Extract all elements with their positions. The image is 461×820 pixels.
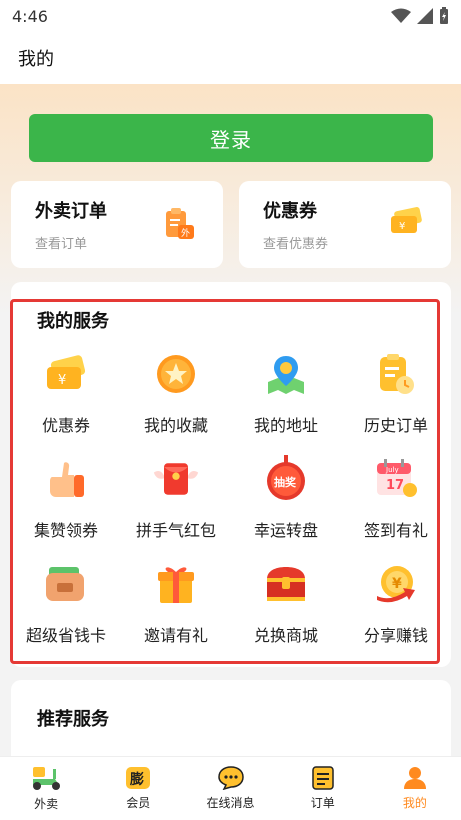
map-pin-icon (262, 350, 310, 398)
service-addresses[interactable]: 我的地址 (231, 350, 341, 455)
recommend-title: 推荐服务 (37, 709, 109, 730)
service-label: 签到有礼 (363, 521, 428, 540)
login-button[interactable]: 登录 (29, 114, 433, 162)
service-label: 集赞领券 (33, 521, 98, 540)
wallet-icon (42, 560, 90, 608)
service-invite-friends[interactable]: 邀请有礼 (121, 560, 231, 665)
service-label: 幸运转盘 (253, 521, 318, 540)
takeout-orders-title: 外卖订单 (35, 201, 107, 222)
takeout-orders-card[interactable]: 外卖订单 查看订单 外 (11, 181, 223, 268)
svg-text:¥: ¥ (399, 221, 405, 232)
scooter-icon (33, 767, 61, 790)
vip-icon-badge: 膨 (130, 771, 144, 788)
nav-label: 外卖 (34, 797, 59, 811)
gift-icon (152, 560, 200, 608)
service-share-earn[interactable]: ¥ 分享赚钱 (341, 560, 451, 665)
nav-profile[interactable]: 我的 (369, 757, 461, 820)
svg-text:外: 外 (181, 227, 190, 239)
nav-label: 在线消息 (206, 796, 255, 810)
nav-vip[interactable]: 膨 会员 (92, 757, 184, 820)
coupon-icon: ¥ (42, 350, 90, 398)
thumbs-up-icon (42, 455, 90, 503)
coupons-card[interactable]: 优惠券 查看优惠券 ¥ (239, 181, 451, 268)
lucky-wheel-icon: 抽奖 (262, 455, 310, 503)
signal-icon (417, 8, 433, 24)
status-time: 4:46 (12, 6, 48, 26)
treasure-chest-icon (262, 560, 310, 608)
red-envelope-icon (152, 455, 200, 503)
nav-orders[interactable]: 订单 (277, 757, 369, 820)
svg-text:¥: ¥ (392, 576, 402, 592)
battery-icon (440, 7, 448, 24)
service-label: 拼手气红包 (135, 521, 216, 540)
service-lucky-red-envelope[interactable]: 拼手气红包 (121, 455, 231, 560)
service-label: 兑换商城 (253, 626, 318, 645)
bottom-nav: 外卖 膨 会员 在线消息 订单 我的 (0, 756, 461, 820)
nav-label: 我的 (402, 796, 427, 810)
service-redeem-mall[interactable]: 兑换商城 (231, 560, 341, 665)
calendar-day: 17 (386, 478, 404, 493)
service-coupons[interactable]: ¥ 优惠券 (11, 350, 121, 455)
lucky-wheel-badge: 抽奖 (274, 475, 297, 489)
status-icons (391, 7, 449, 25)
login-button-label: 登录 (210, 127, 252, 152)
calendar-month: July (385, 466, 399, 474)
svg-text:¥: ¥ (58, 373, 66, 388)
coupons-subtitle: 查看优惠券 (263, 237, 329, 252)
wifi-icon (391, 8, 411, 23)
service-label: 优惠券 (41, 416, 90, 435)
nav-label: 会员 (126, 796, 151, 810)
chat-icon (217, 766, 244, 790)
coin-share-icon: ¥ (372, 560, 420, 608)
order-list-icon (311, 766, 334, 790)
nav-label: 订单 (310, 796, 335, 810)
nav-takeout[interactable]: 外卖 (0, 757, 92, 820)
title-bar: 我的 (0, 32, 461, 84)
takeout-order-icon: 外 (163, 207, 195, 245)
service-super-saver-card[interactable]: 超级省钱卡 (11, 560, 121, 665)
coupon-icon: ¥ (389, 207, 423, 241)
vip-icon: 膨 (126, 767, 151, 789)
user-icon (403, 767, 426, 789)
service-lucky-wheel[interactable]: 抽奖 幸运转盘 (231, 455, 341, 560)
nav-messages[interactable]: 在线消息 (184, 757, 276, 820)
services-grid: ¥ 优惠券 我的收藏 我的地址 历史订单 集赞领券 拼手气红包 抽奖 幸运转盘 … (11, 350, 451, 665)
star-icon (152, 350, 200, 398)
status-bar: 4:46 (0, 0, 461, 32)
service-label: 历史订单 (363, 416, 428, 435)
service-label: 超级省钱卡 (25, 626, 106, 645)
service-favorites[interactable]: 我的收藏 (121, 350, 231, 455)
service-label: 我的地址 (253, 416, 318, 435)
service-history-orders[interactable]: 历史订单 (341, 350, 451, 455)
calendar-icon: July 17 (372, 455, 420, 503)
takeout-orders-subtitle: 查看订单 (35, 237, 88, 252)
service-collect-likes[interactable]: 集赞领券 (11, 455, 121, 560)
service-check-in[interactable]: July 17 签到有礼 (341, 455, 451, 560)
page-title: 我的 (18, 49, 54, 70)
service-label: 邀请有礼 (143, 626, 208, 645)
services-title: 我的服务 (37, 311, 109, 332)
coupons-title: 优惠券 (263, 201, 317, 222)
service-label: 分享赚钱 (363, 626, 428, 645)
history-order-icon (372, 350, 420, 398)
service-label: 我的收藏 (143, 416, 208, 435)
